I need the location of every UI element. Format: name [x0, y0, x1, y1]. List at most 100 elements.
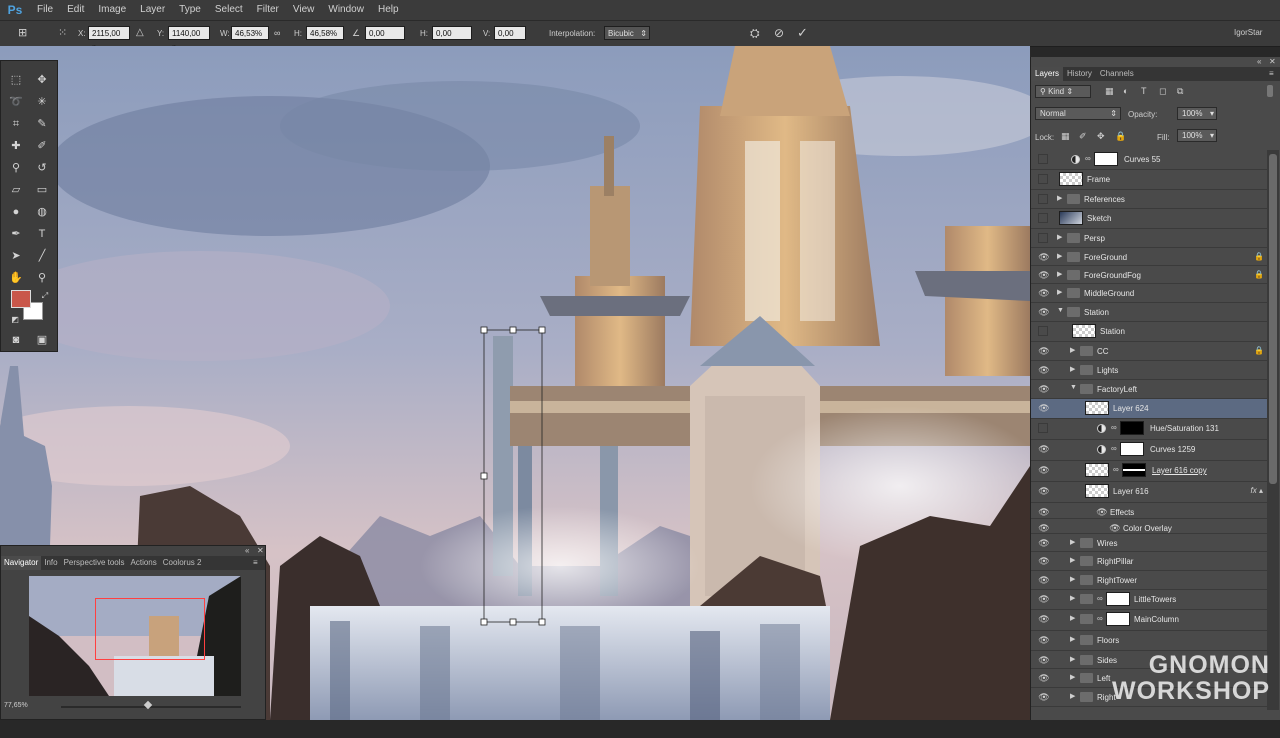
layer-row[interactable]: Station — [1031, 322, 1267, 342]
visibility-eye-icon[interactable]: 👁 — [1038, 307, 1050, 317]
menu-type[interactable]: Type — [172, 0, 208, 20]
lasso-tool-icon[interactable]: ➰ — [6, 93, 26, 111]
layer-row[interactable]: 👁 ▶ RightPillar — [1031, 552, 1267, 571]
layer-row[interactable]: ▶ References — [1031, 190, 1267, 209]
fill-field[interactable]: 100% ▾ — [1177, 129, 1217, 142]
layers-scrollbar-thumb[interactable] — [1269, 154, 1277, 484]
nav-tab-info[interactable]: Info — [41, 556, 60, 570]
visibility-toggle[interactable] — [1038, 194, 1048, 204]
navigator-zoom-value[interactable]: 77,65% — [4, 702, 28, 709]
layer-row[interactable]: ∞ Hue/Saturation 131 — [1031, 419, 1267, 440]
layers-menu-icon[interactable]: ≡ — [1269, 69, 1274, 78]
layer-thumbnail[interactable] — [1059, 211, 1083, 225]
lock-position-icon[interactable]: ✥ — [1097, 131, 1105, 142]
expand-arrow-icon[interactable]: ▶ — [1070, 575, 1075, 583]
filter-kind-select[interactable]: ⚲ Kind ⇕ — [1035, 85, 1091, 98]
menu-edit[interactable]: Edit — [60, 0, 91, 20]
nav-tab-navigator[interactable]: Navigator — [1, 556, 42, 570]
menu-filter[interactable]: Filter — [250, 0, 286, 20]
delta-icon[interactable]: △ — [136, 27, 144, 39]
healing-brush-icon[interactable]: ✚ — [6, 137, 26, 155]
marquee-tool-icon[interactable]: ⬚ — [6, 71, 26, 89]
visibility-eye-icon[interactable]: 👁 — [1038, 465, 1050, 475]
layer-row[interactable]: 👁 ▶ ∞ LittleTowers — [1031, 590, 1267, 610]
expand-arrow-icon[interactable]: ▶ — [1057, 288, 1062, 296]
mask-thumbnail[interactable] — [1106, 612, 1130, 626]
visibility-eye-icon[interactable]: 👁 — [1038, 444, 1050, 454]
crop-tool-icon[interactable]: ⌗ — [6, 115, 26, 133]
path-selection-icon[interactable]: ➤ — [6, 247, 26, 265]
layer-row[interactable]: 👁 ▶ ∞ MainColumn — [1031, 610, 1267, 631]
layer-row[interactable]: 👁 ▼ FactoryLeft — [1031, 380, 1267, 399]
visibility-eye-icon[interactable]: 👁 — [1038, 288, 1050, 298]
move-tool-icon[interactable]: ✥ — [32, 71, 52, 89]
visibility-eye-icon[interactable]: 👁 — [1038, 523, 1050, 533]
line-tool-icon[interactable]: ╱ — [32, 247, 52, 265]
filter-adjustment-icon[interactable]: ◐ — [1123, 86, 1128, 96]
layer-thumbnail[interactable] — [1085, 463, 1109, 477]
mask-thumbnail[interactable] — [1120, 421, 1144, 435]
commit-transform-icon[interactable]: ✓ — [797, 26, 808, 39]
nav-tab-actions[interactable]: Actions — [128, 556, 160, 570]
visibility-toggle[interactable] — [1038, 154, 1048, 164]
layer-row[interactable]: 👁 Layer 624 — [1031, 399, 1267, 419]
nav-tab-perspective-tools[interactable]: Perspective tools — [61, 556, 128, 570]
expand-arrow-icon[interactable]: ▶ — [1070, 594, 1075, 602]
visibility-eye-icon[interactable]: 👁 — [1038, 252, 1050, 262]
clone-stamp-icon[interactable]: ⚲ — [6, 159, 26, 177]
visibility-toggle[interactable] — [1038, 174, 1048, 184]
visibility-eye-icon[interactable]: 👁 — [1038, 673, 1050, 683]
layer-row[interactable]: 👁 👁 Color Overlay — [1031, 519, 1267, 534]
mask-thumbnail[interactable] — [1106, 592, 1130, 606]
visibility-eye-icon[interactable]: 👁 — [1038, 384, 1050, 394]
expand-arrow-icon[interactable]: ▶ — [1070, 538, 1075, 546]
dodge-tool-icon[interactable]: ◍ — [32, 203, 52, 221]
visibility-toggle[interactable] — [1038, 423, 1048, 433]
vskew-field[interactable]: 0,00 — [494, 26, 526, 40]
layer-row[interactable]: ∞ Curves 55 — [1031, 150, 1267, 170]
visibility-eye-icon[interactable]: 👁 — [1038, 538, 1050, 548]
cancel-transform-icon[interactable]: ⊘ — [774, 27, 784, 39]
type-tool-icon[interactable]: T — [32, 225, 52, 243]
menu-select[interactable]: Select — [208, 0, 250, 20]
layer-row[interactable]: Sketch — [1031, 209, 1267, 229]
mask-link-icon[interactable]: ∞ — [1097, 594, 1103, 603]
visibility-toggle[interactable] — [1038, 233, 1048, 243]
layers-scrollbar[interactable] — [1267, 150, 1279, 710]
quick-mask-icon[interactable]: ◙ — [6, 331, 26, 349]
eraser-icon[interactable]: ▱ — [6, 181, 26, 199]
close-panel-icon[interactable]: ✕ — [257, 546, 264, 555]
reference-point-icon[interactable]: ⁙ — [58, 27, 67, 39]
menu-help[interactable]: Help — [371, 0, 406, 20]
visibility-eye-icon[interactable]: 👁 — [1038, 365, 1050, 375]
mask-link-icon[interactable]: ∞ — [1097, 614, 1103, 623]
visibility-eye-icon[interactable]: 👁 — [1038, 403, 1050, 413]
visibility-toggle[interactable] — [1038, 213, 1048, 223]
expand-arrow-icon[interactable]: ▶ — [1070, 346, 1075, 354]
layer-row[interactable]: 👁 ▶ ForeGround 🔒 — [1031, 248, 1267, 266]
history-brush-icon[interactable]: ↺ — [32, 159, 52, 177]
effect-visibility-icon[interactable]: 👁 — [1109, 523, 1121, 533]
filter-type-icon[interactable]: T — [1141, 86, 1147, 96]
default-colors-icon[interactable]: ◩ — [5, 311, 25, 329]
filter-toggle[interactable] — [1267, 85, 1273, 97]
layer-thumbnail[interactable] — [1085, 401, 1109, 415]
visibility-eye-icon[interactable]: 👁 — [1038, 594, 1050, 604]
mask-link-icon[interactable]: ∞ — [1113, 465, 1119, 474]
mask-link-icon[interactable]: ∞ — [1111, 444, 1117, 453]
expand-arrow-icon[interactable]: ▶ — [1070, 556, 1075, 564]
x-field[interactable]: 2115,00 p — [88, 26, 130, 52]
foreground-color-swatch[interactable] — [11, 290, 31, 308]
lock-image-icon[interactable]: ✐ — [1079, 131, 1087, 142]
mask-link-icon[interactable]: ∞ — [1085, 154, 1091, 163]
expand-arrow-icon[interactable]: ▶ — [1070, 635, 1075, 643]
gradient-tool-icon[interactable]: ▭ — [32, 181, 52, 199]
visibility-eye-icon[interactable]: 👁 — [1038, 655, 1050, 665]
blur-tool-icon[interactable]: ● — [6, 203, 26, 221]
visibility-toggle[interactable] — [1038, 326, 1048, 336]
menu-window[interactable]: Window — [321, 0, 371, 20]
navigator-view-rectangle[interactable] — [95, 598, 205, 660]
layer-row[interactable]: 👁 ∞ Curves 1259 — [1031, 440, 1267, 461]
layer-row[interactable]: ▶ Persp — [1031, 229, 1267, 248]
menu-file[interactable]: File — [30, 0, 60, 20]
